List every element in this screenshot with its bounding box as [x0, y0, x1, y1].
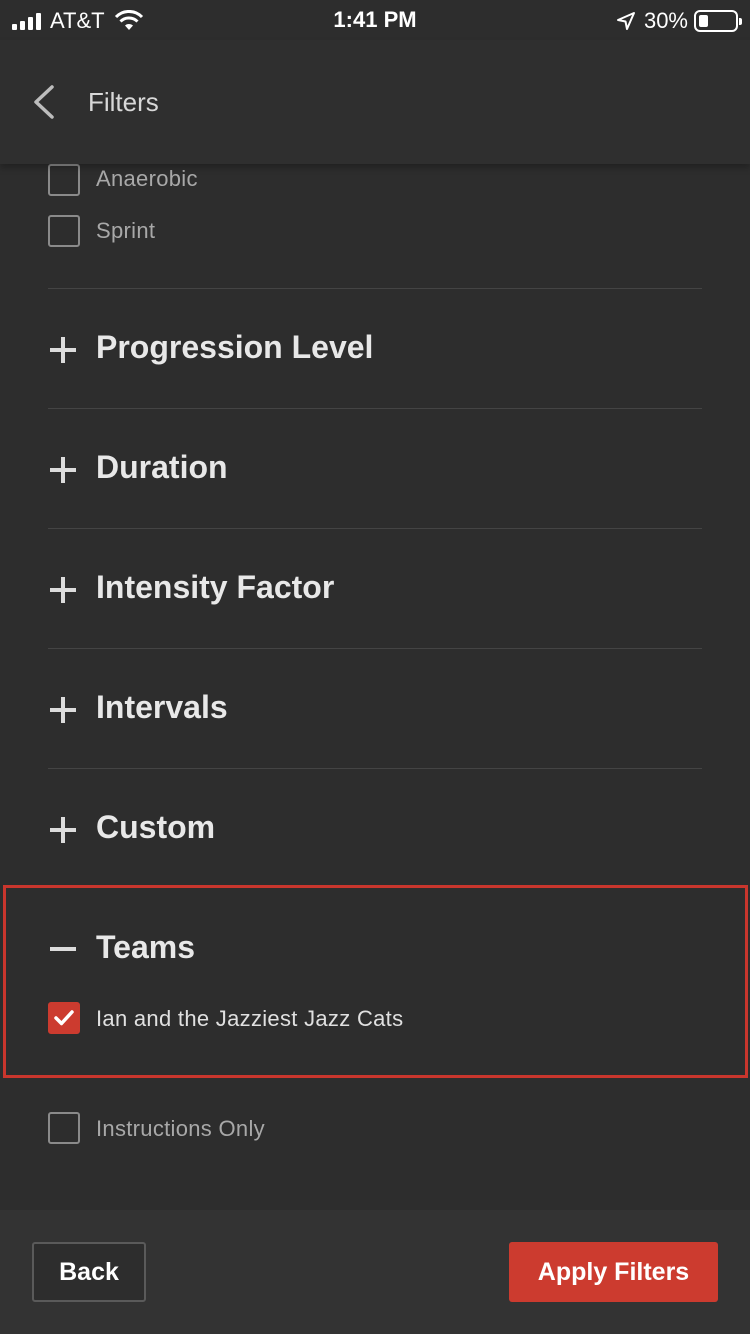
chevron-left-icon[interactable] [30, 84, 58, 120]
divider [48, 648, 702, 649]
teams-highlight [3, 885, 748, 1078]
divider [48, 408, 702, 409]
nav-header: Filters [0, 40, 750, 164]
plus-icon [50, 457, 76, 483]
plus-icon [50, 577, 76, 603]
instructions-only-label: Instructions Only [96, 1116, 265, 1141]
section-title: Custom [96, 809, 216, 845]
divider [48, 768, 702, 769]
battery-icon [694, 10, 742, 32]
divider [48, 528, 702, 529]
apply-filters-button[interactable]: Apply Filters [509, 1242, 718, 1302]
filter-list[interactable]: Anaerobic Sprint Progression Level Durat… [0, 164, 750, 1210]
location-arrow-icon [616, 12, 635, 30]
status-bar: AT&T 1:41 PM 30% [0, 0, 750, 40]
team-checkbox[interactable] [48, 1002, 80, 1034]
plus-icon [50, 337, 76, 363]
section-title: Intervals [96, 689, 228, 725]
section-title: Teams [96, 929, 196, 965]
divider [48, 288, 702, 289]
footer-bar: Back Apply Filters [0, 1210, 750, 1334]
checkmark-icon [54, 1010, 74, 1026]
team-label: Ian and the Jazziest Jazz Cats [96, 1006, 404, 1031]
battery-percent: 30% [643, 8, 688, 33]
section-title: Duration [96, 449, 228, 485]
minus-icon [50, 947, 76, 951]
plus-icon [50, 697, 76, 723]
back-button[interactable]: Back [32, 1242, 146, 1302]
plus-icon [50, 817, 76, 843]
status-right: 30% [616, 8, 742, 34]
anaerobic-label: Anaerobic [96, 166, 198, 191]
sprint-label: Sprint [96, 218, 156, 243]
anaerobic-checkbox[interactable] [48, 164, 80, 196]
sprint-checkbox[interactable] [48, 215, 80, 247]
instructions-only-checkbox[interactable] [48, 1112, 80, 1144]
page-title: Filters [88, 87, 159, 117]
section-title: Intensity Factor [96, 569, 335, 605]
section-title: Progression Level [96, 329, 374, 365]
